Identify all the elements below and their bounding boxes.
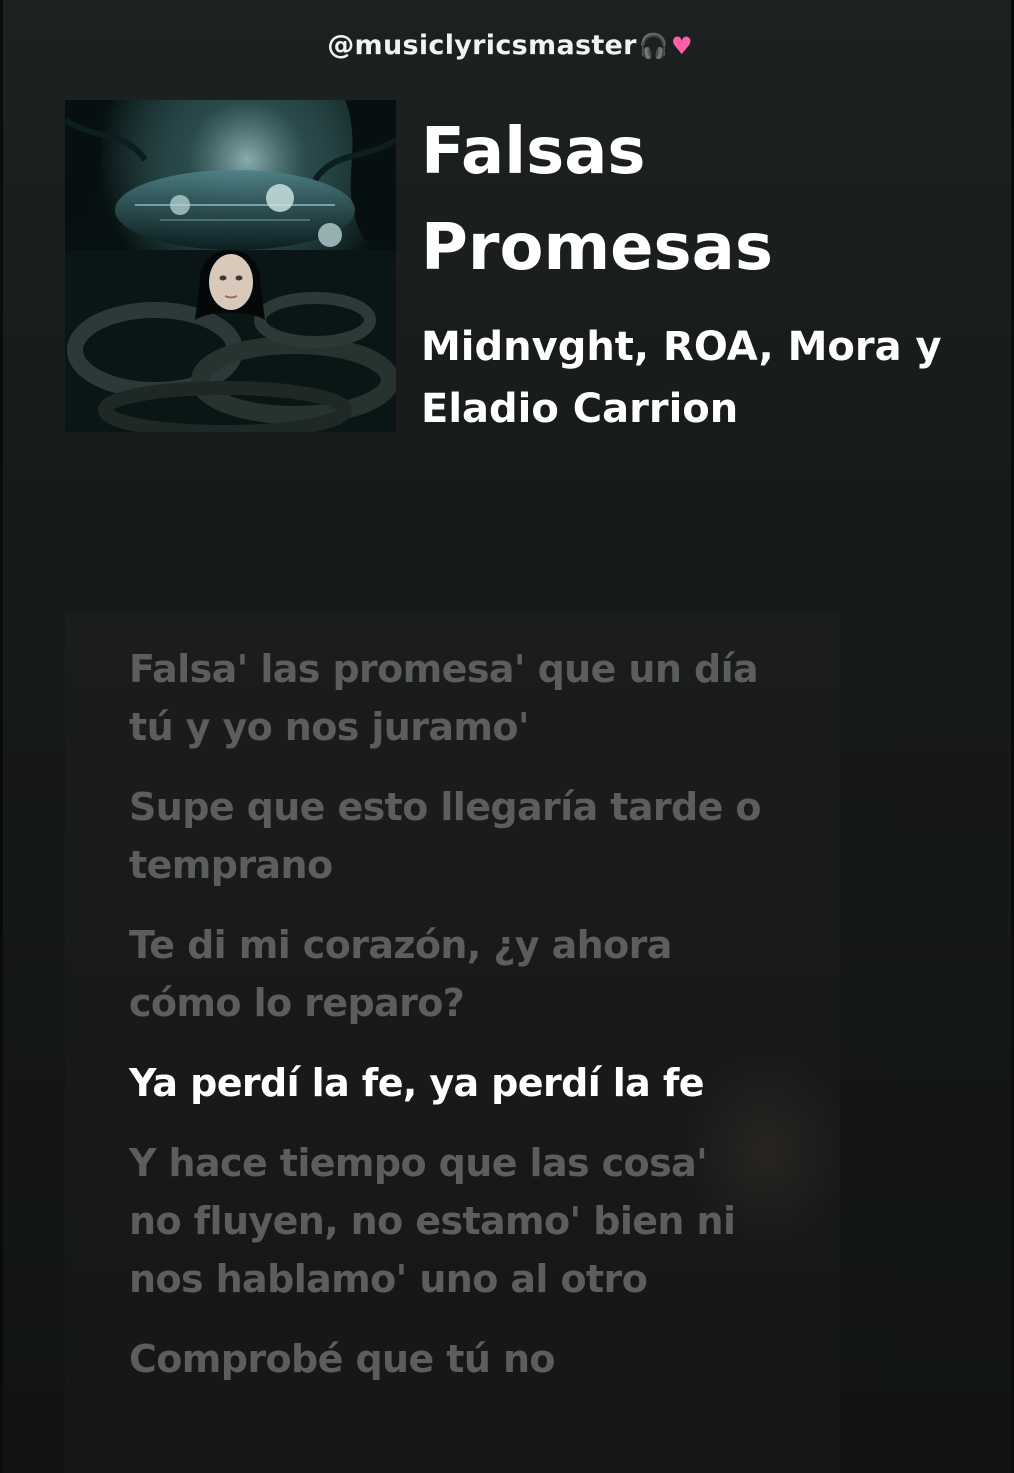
account-handle: @musiclyricsmaster🎧♥ bbox=[3, 30, 1011, 61]
song-artists: Midnvght, ROA, Mora y Eladio Carrion bbox=[421, 324, 942, 432]
pink-heart-icon: ♥ bbox=[670, 32, 693, 60]
lyrics-panel[interactable]: Falsa' las promesa' que un día tú y yo n… bbox=[65, 612, 840, 1473]
album-art-image bbox=[65, 100, 396, 432]
lyric-line[interactable]: Supe que esto llegaría tarde o temprano bbox=[129, 778, 769, 894]
lyric-line[interactable]: Y hace tiempo que las cosa' no fluyen, n… bbox=[129, 1134, 769, 1308]
handle-text: @musiclyricsmaster bbox=[327, 30, 637, 61]
album-cover[interactable] bbox=[65, 100, 396, 432]
song-title: Falsas Promesas bbox=[421, 115, 773, 285]
lyrics-screen: @musiclyricsmaster🎧♥ Falsas Promesas Mid… bbox=[0, 0, 1014, 1473]
lyric-line[interactable]: Te di mi corazón, ¿y ahora cómo lo repar… bbox=[129, 916, 769, 1032]
headphones-icon: 🎧 bbox=[638, 32, 669, 60]
lyric-line-active[interactable]: Ya perdí la fe, ya perdí la fe bbox=[129, 1054, 769, 1112]
lyrics-list: Falsa' las promesa' que un día tú y yo n… bbox=[129, 640, 769, 1410]
lyric-line[interactable]: Comprobé que tú no bbox=[129, 1330, 769, 1388]
lyric-line[interactable]: Falsa' las promesa' que un día tú y yo n… bbox=[129, 640, 769, 756]
